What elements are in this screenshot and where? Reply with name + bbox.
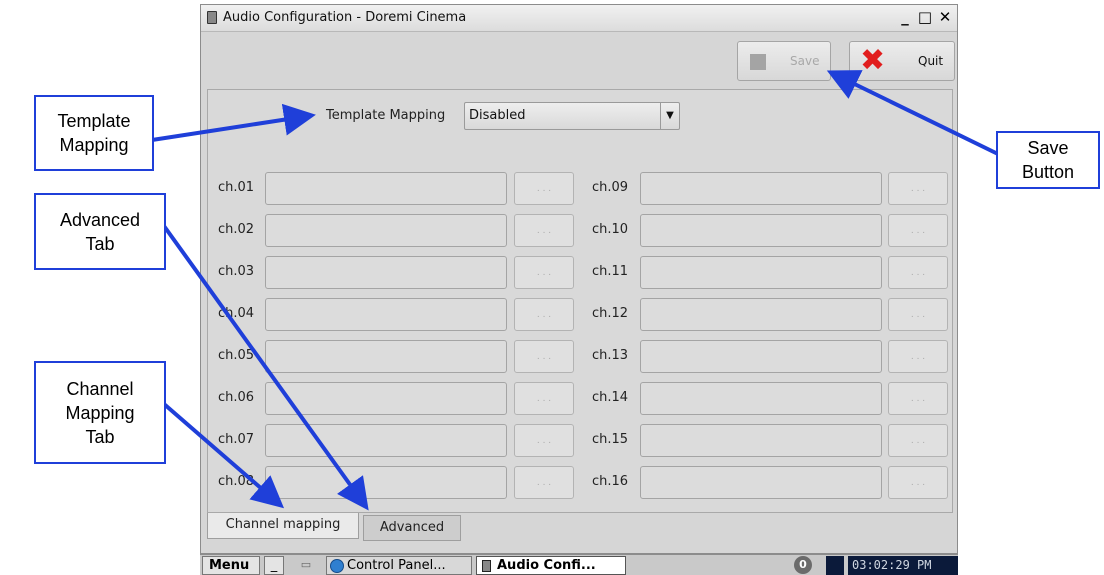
template-mapping-arrow: [151, 103, 316, 142]
callout-line: Template: [57, 111, 131, 131]
advanced-tab-arrow: [162, 224, 369, 511]
callout-line: Button: [1021, 162, 1075, 182]
callout-channel-mapping-tab: Channel Mapping Tab: [34, 361, 166, 464]
annotation-arrows: [151, 70, 1001, 511]
callout-advanced-tab: Advanced Tab: [34, 193, 166, 270]
callout-line: Tab: [85, 233, 115, 254]
save-button-arrow: [826, 70, 1001, 157]
callout-line: Mapping: [59, 135, 129, 155]
callout-save-button: Save Button: [996, 131, 1100, 189]
callout-line: Channel: [66, 378, 134, 399]
channel-mapping-tab-arrow: [162, 402, 285, 509]
callout-line: Save: [1027, 138, 1069, 158]
callout-line: Mapping: [65, 402, 135, 423]
callout-template-mapping: Template Mapping: [34, 95, 154, 171]
callout-line: Advanced: [59, 209, 141, 230]
callout-line: Tab: [85, 426, 115, 447]
